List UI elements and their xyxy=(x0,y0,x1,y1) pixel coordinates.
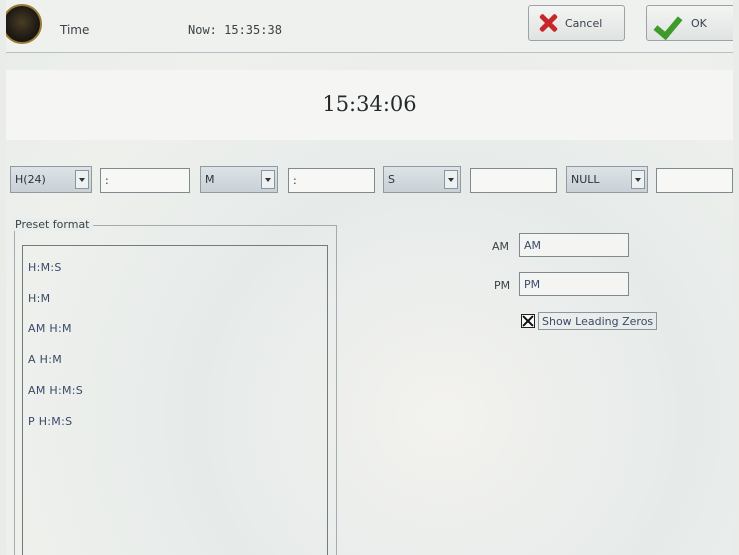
title-bar: Time Now: 15:35:38 Cancel OK xyxy=(6,0,733,53)
separator-field-2[interactable]: : xyxy=(288,168,375,193)
chevron-down-icon[interactable] xyxy=(75,170,89,189)
cancel-button[interactable]: Cancel xyxy=(528,5,625,41)
show-leading-zeros-label[interactable]: Show Leading Zeros xyxy=(538,312,658,330)
chevron-down-icon[interactable] xyxy=(261,170,275,189)
window-title: Time xyxy=(60,23,90,37)
list-item[interactable]: AM H:M xyxy=(28,322,72,335)
logo-icon[interactable] xyxy=(6,4,42,44)
list-item[interactable]: H:M xyxy=(28,292,50,305)
pm-text-field[interactable]: PM xyxy=(519,272,629,296)
show-leading-zeros-checkbox[interactable] xyxy=(521,314,535,328)
preset-format-label: Preset format xyxy=(12,218,93,231)
current-time-readout: Now: 15:35:38 xyxy=(188,23,282,37)
ampm-format-value: NULL xyxy=(571,173,600,186)
ok-button[interactable]: OK xyxy=(646,5,733,41)
ok-button-label: OK xyxy=(691,16,707,30)
minute-format-value: M xyxy=(205,173,215,186)
second-format-value: S xyxy=(388,173,395,186)
preset-format-list[interactable] xyxy=(22,245,328,555)
second-format-select[interactable]: S xyxy=(383,166,461,193)
cancel-button-label: Cancel xyxy=(565,16,603,30)
close-icon xyxy=(537,12,559,34)
am-text-field[interactable]: AM xyxy=(519,233,629,257)
clock-preview: 15:34:06 xyxy=(322,92,417,116)
separator-field-1[interactable]: : xyxy=(100,168,190,193)
am-label: AM xyxy=(492,240,510,253)
separator-field-4[interactable] xyxy=(656,168,733,193)
list-item[interactable]: AM H:M:S xyxy=(28,384,83,397)
time-settings-screen: Time Now: 15:35:38 Cancel OK 15:34:06 H(… xyxy=(6,0,733,555)
hour-format-select[interactable]: H(24) xyxy=(10,166,92,193)
separator-field-3[interactable] xyxy=(470,168,557,193)
chevron-down-icon[interactable] xyxy=(444,170,458,189)
hour-format-value: H(24) xyxy=(15,173,46,186)
minute-format-select[interactable]: M xyxy=(200,166,278,193)
list-item[interactable]: H:M:S xyxy=(28,261,62,274)
check-icon xyxy=(655,10,685,36)
list-item[interactable]: A H:M xyxy=(28,353,62,366)
chevron-down-icon[interactable] xyxy=(631,170,645,189)
pm-label: PM xyxy=(494,279,511,292)
ampm-format-select[interactable]: NULL xyxy=(566,166,648,193)
list-item[interactable]: P H:M:S xyxy=(28,415,72,428)
